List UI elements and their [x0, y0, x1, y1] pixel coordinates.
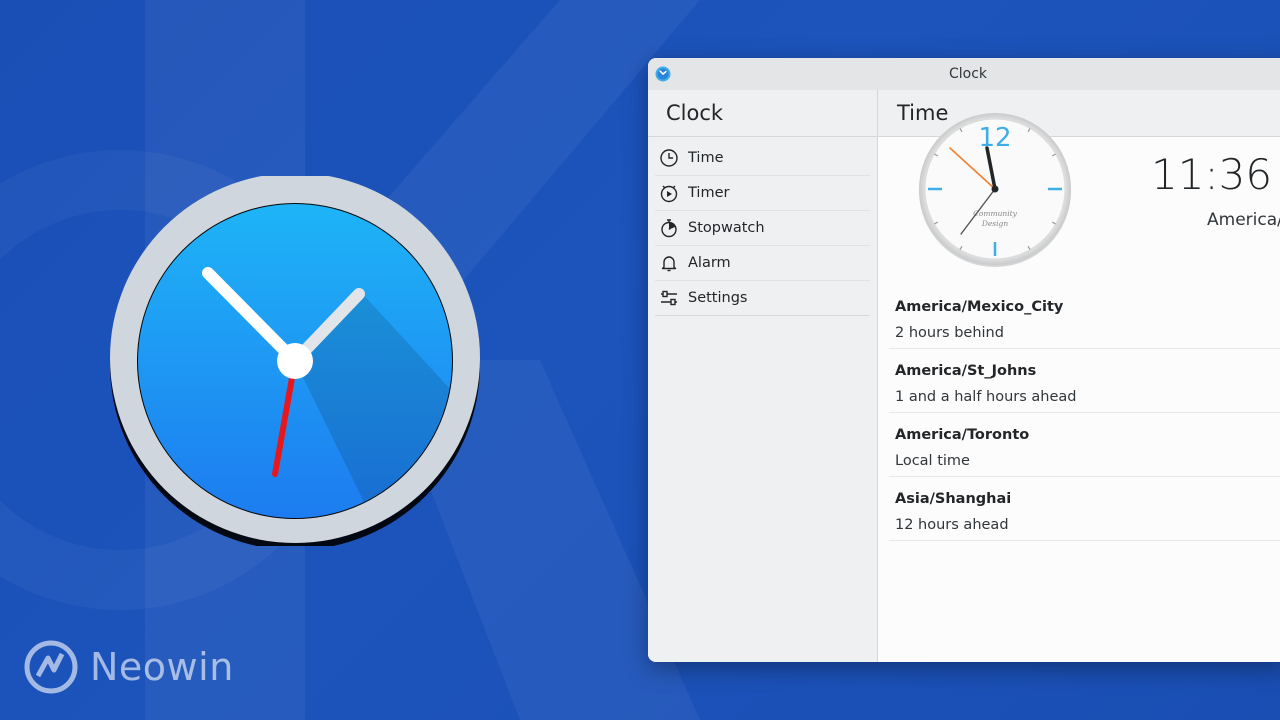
bell-icon: [659, 253, 679, 273]
sidebar-item-label: Alarm: [688, 255, 731, 271]
timezone-difference: 2 hours behind: [895, 325, 1004, 341]
clock-app-icon: [110, 176, 480, 546]
sidebar-header: Clock: [648, 90, 877, 137]
sidebar-item-stopwatch[interactable]: Stopwatch: [655, 211, 870, 246]
neowin-logo-icon: [24, 640, 78, 694]
timezone-name: Asia/Shanghai: [895, 491, 1012, 507]
clock-caption-line2: Design: [981, 219, 1009, 228]
list-item[interactable]: America/Toronto Local time: [889, 413, 1280, 477]
sidebar-item-label: Stopwatch: [688, 220, 765, 236]
app-menu-icon[interactable]: [655, 66, 671, 82]
watermark-text: Neowin: [90, 645, 234, 689]
digital-time: 11:36 p: [1151, 150, 1280, 199]
sidebar-item-timer[interactable]: Timer: [655, 176, 870, 211]
sidebar-item-settings[interactable]: Settings: [655, 281, 870, 316]
list-item[interactable]: America/Mexico_City 2 hours behind: [889, 285, 1280, 349]
timezone-difference: 1 and a half hours ahead: [895, 389, 1077, 405]
timezone-name: America/Mexico_City: [895, 299, 1064, 315]
sidebar: Clock Time Timer Stopwatch Alarm Setting…: [648, 90, 878, 662]
timezone-name: America/Toronto: [895, 427, 1030, 443]
stopwatch-icon: [659, 218, 679, 238]
window-title: Clock: [948, 66, 988, 82]
main-panel: Time 12 Community Design 11:36 America/ …: [878, 90, 1280, 662]
clock-caption-line1: Community: [973, 209, 1018, 218]
timezone-difference: 12 hours ahead: [895, 517, 1009, 533]
timezone-difference: Local time: [895, 453, 970, 469]
current-timezone-label: America/: [1207, 210, 1280, 230]
list-item[interactable]: Asia/Shanghai 12 hours ahead: [889, 477, 1280, 541]
sidebar-item-alarm[interactable]: Alarm: [655, 246, 870, 281]
clock-window: Clock Clock Time Timer Stopwatch Alarm S…: [648, 58, 1280, 662]
list-item[interactable]: America/St_Johns 1 and a half hours ahea…: [889, 349, 1280, 413]
sidebar-nav: Time Timer Stopwatch Alarm Settings: [648, 137, 877, 316]
analog-clock: 12 Community Design: [919, 113, 1071, 267]
sidebar-item-label: Timer: [688, 185, 730, 201]
clock-icon: [659, 148, 679, 168]
timezone-list: America/Mexico_City 2 hours behind Ameri…: [889, 285, 1280, 541]
timer-icon: [659, 183, 679, 203]
clock-numeral-12: 12: [978, 123, 1011, 153]
sidebar-item-label: Settings: [688, 290, 748, 306]
neowin-watermark: Neowin: [24, 640, 234, 694]
sidebar-item-time[interactable]: Time: [655, 141, 870, 176]
sidebar-title: Clock: [666, 101, 724, 125]
timezone-name: America/St_Johns: [895, 363, 1037, 379]
settings-sliders-icon: [659, 288, 679, 308]
title-bar[interactable]: Clock: [648, 58, 1280, 90]
sidebar-item-label: Time: [688, 150, 724, 166]
